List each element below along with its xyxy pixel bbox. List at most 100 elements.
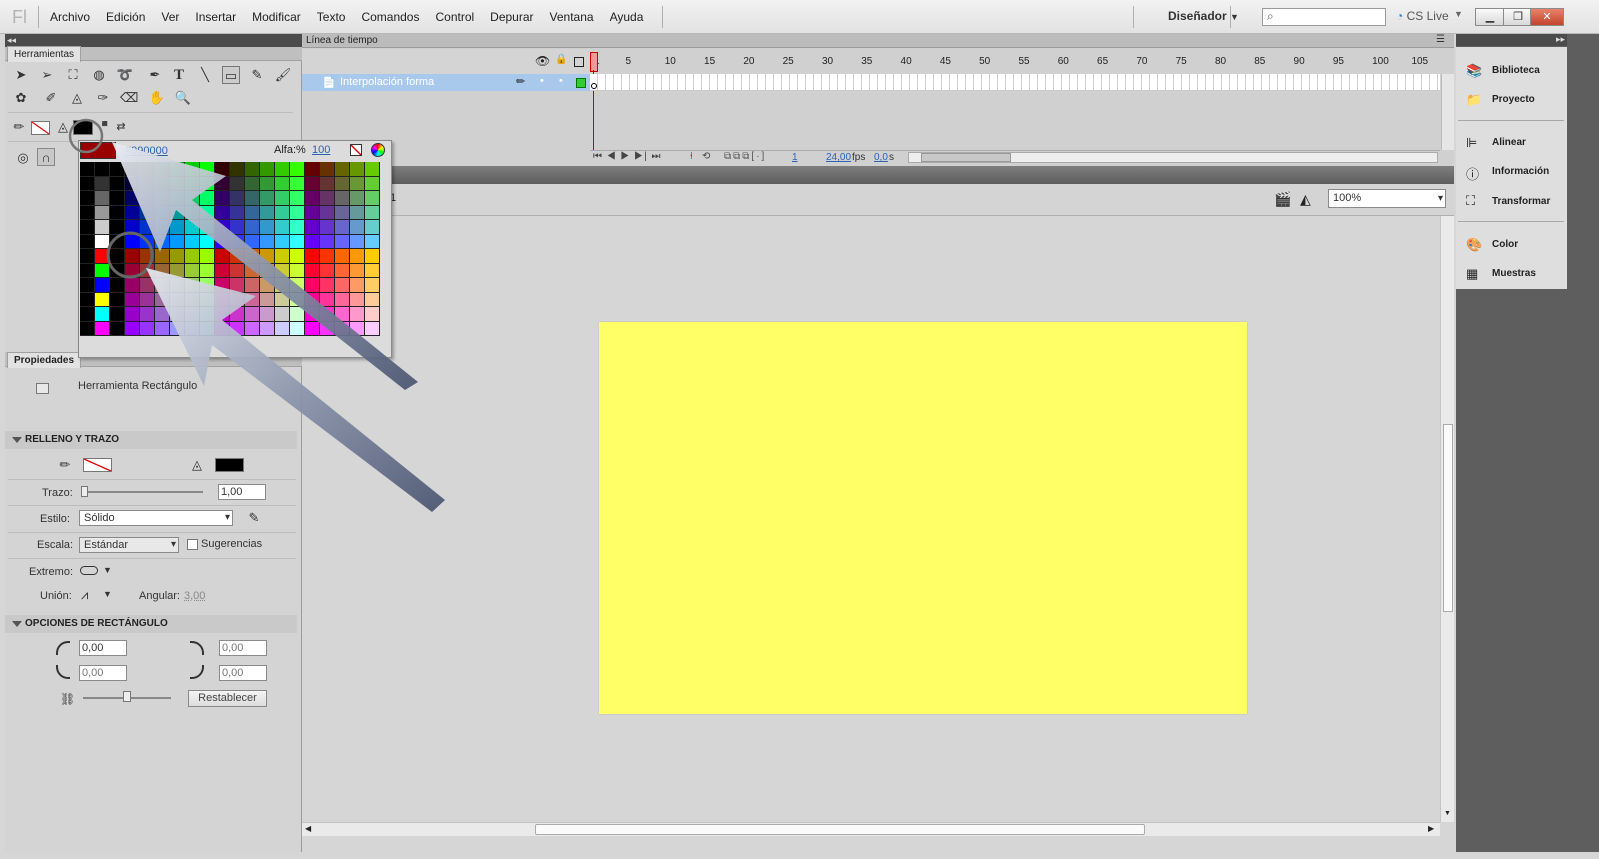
color-swatch[interactable] [155,292,170,307]
color-swatch[interactable] [365,249,380,264]
corner-slider-thumb[interactable] [123,691,131,702]
color-swatch[interactable] [170,321,185,336]
color-swatch[interactable] [110,205,125,220]
sugerencias-checkbox[interactable] [187,539,198,550]
color-swatch[interactable] [335,249,350,264]
color-swatch[interactable] [245,278,260,293]
color-swatch[interactable] [230,278,245,293]
cap-style-icon[interactable] [80,566,98,575]
menu-depurar[interactable]: Depurar [482,10,541,24]
color-swatch[interactable] [185,307,200,322]
color-swatch[interactable] [260,162,275,177]
panel-informacion[interactable]: Información [1492,166,1549,177]
color-swatch[interactable] [335,205,350,220]
color-swatch[interactable] [185,292,200,307]
color-swatch[interactable] [335,162,350,177]
color-swatch[interactable] [155,263,170,278]
color-swatch[interactable] [140,234,155,249]
color-swatch[interactable] [350,162,365,177]
color-swatch[interactable] [305,162,320,177]
color-swatch[interactable] [80,176,95,191]
color-swatch[interactable] [320,220,335,235]
current-frame[interactable]: 1 [792,152,798,163]
color-swatch[interactable] [320,307,335,322]
color-swatch[interactable] [125,278,140,293]
color-swatch[interactable] [245,162,260,177]
color-swatch[interactable] [155,307,170,322]
no-color-button[interactable] [350,144,362,156]
color-swatch[interactable] [200,191,215,206]
color-swatch[interactable] [215,321,230,336]
panel-transformar[interactable]: Transformar [1492,196,1550,207]
color-swatch[interactable] [335,292,350,307]
color-swatch[interactable] [320,191,335,206]
color-swatch[interactable] [125,292,140,307]
color-swatch[interactable] [350,176,365,191]
color-swatch[interactable] [290,263,305,278]
frame-ruler[interactable]: 1510152025303540455055606570758085909510… [590,52,1442,70]
color-swatch[interactable] [155,278,170,293]
color-swatch[interactable] [125,205,140,220]
color-swatch[interactable] [290,321,305,336]
rectangle-tool-icon[interactable]: ▭ [222,66,240,84]
color-swatch[interactable] [350,191,365,206]
color-swatch[interactable] [275,220,290,235]
color-swatch[interactable] [125,191,140,206]
color-swatch[interactable] [305,292,320,307]
color-swatch[interactable] [185,176,200,191]
loop-icon[interactable]: ⟲ [702,151,710,162]
edit-symbol-icon[interactable]: ◭ [1300,191,1311,208]
color-swatch[interactable] [260,176,275,191]
alpha-value[interactable]: 100 [312,144,330,156]
color-swatch[interactable] [170,292,185,307]
color-swatch[interactable] [110,321,125,336]
color-swatch[interactable] [200,162,215,177]
color-swatch[interactable] [110,292,125,307]
color-swatch[interactable] [335,220,350,235]
color-swatch[interactable] [290,234,305,249]
color-swatch[interactable] [215,220,230,235]
rect-options-section-header[interactable]: OPCIONES DE RECTÁNGULO [5,615,297,633]
color-swatch[interactable] [305,321,320,336]
eye-icon[interactable]: 👁 [535,54,550,68]
edit-style-pencil-icon[interactable]: ✎ [245,509,263,527]
tab-propiedades[interactable]: Propiedades [7,352,82,368]
color-swatch[interactable] [140,176,155,191]
color-swatch[interactable] [230,205,245,220]
color-swatch[interactable] [335,234,350,249]
deco-tool-icon[interactable]: ✿ [12,89,30,107]
estilo-select[interactable]: Sólido [79,510,233,526]
layer-lock-dot[interactable]: • [559,75,563,87]
color-swatch[interactable] [110,220,125,235]
hex-color-input[interactable]: #990000 [125,145,168,157]
color-swatch[interactable] [140,205,155,220]
color-swatch[interactable] [260,205,275,220]
color-swatch[interactable] [245,220,260,235]
color-swatch[interactable] [365,321,380,336]
color-swatch[interactable] [80,307,95,322]
color-swatch[interactable] [275,249,290,264]
color-swatch[interactable] [305,191,320,206]
color-swatch[interactable] [230,234,245,249]
reset-button[interactable]: Restablecer [188,690,267,707]
color-swatch[interactable] [305,220,320,235]
color-swatch[interactable] [200,307,215,322]
color-swatch[interactable] [155,321,170,336]
color-swatch[interactable] [125,234,140,249]
eraser-tool-icon[interactable]: ⌫ [120,89,138,107]
menu-texto[interactable]: Texto [309,10,354,24]
color-swatch[interactable] [320,278,335,293]
color-swatch[interactable] [80,162,95,177]
cs-live-button[interactable]: ◔ CS Live [1396,9,1449,23]
3d-rotation-tool-icon[interactable]: ◍ [90,66,108,84]
color-swatch[interactable] [215,249,230,264]
color-swatch[interactable] [305,176,320,191]
color-swatch[interactable] [320,234,335,249]
menu-edicion[interactable]: Edición [98,10,153,24]
color-swatch[interactable] [260,220,275,235]
color-swatch[interactable] [200,220,215,235]
color-swatch[interactable] [350,321,365,336]
workspace-switcher[interactable]: Diseñador ▼ [1168,9,1239,23]
color-swatch[interactable] [215,263,230,278]
text-tool-icon[interactable]: T [170,66,188,84]
